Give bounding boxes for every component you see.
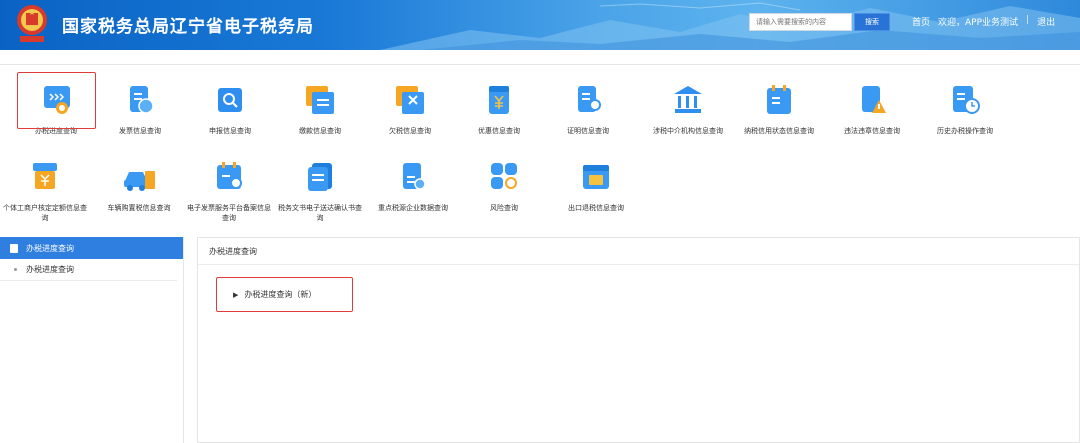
- sidebar-title: 办税进度查询: [26, 243, 74, 253]
- query-item-label: 个体工商户核定定额信息查询: [3, 204, 87, 222]
- sidebar-item-label: 办税进度查询: [26, 265, 74, 274]
- query-item-label: 缴款信息查询: [299, 127, 341, 135]
- query-item-label: 重点税源企业数据查询: [378, 204, 448, 212]
- sidebar-header: 办税进度查询: [0, 237, 183, 259]
- query-item-tax-agency[interactable]: 涉税中介机构信息查询: [643, 82, 733, 136]
- sidebar: 办税进度查询 办税进度查询: [0, 237, 184, 443]
- query-item-key-tax-source[interactable]: 重点税源企业数据查询: [368, 159, 458, 213]
- query-item-invoice[interactable]: 发票信息查询: [95, 82, 185, 136]
- query-item-label: 风险查询: [490, 204, 518, 212]
- query-item-individual-business[interactable]: 个体工商户核定定额信息查询: [0, 159, 90, 223]
- site-title: 国家税务总局辽宁省电子税务局: [62, 17, 314, 37]
- site-header: 国家税务总局辽宁省电子税务局 搜索 首页 欢迎，APP业务测试 | 退出: [0, 0, 1080, 50]
- query-item-credit[interactable]: 纳税信用状态信息查询: [734, 82, 824, 136]
- query-item-vehicle[interactable]: 车辆购置税信息查询: [94, 159, 184, 213]
- main-panel: 办税进度查询 ▶ 办税进度查询（新）: [197, 237, 1080, 443]
- query-item-label: 涉税中介机构信息查询: [653, 127, 723, 135]
- selected-item-highlight: [17, 72, 96, 129]
- query-item-declaration[interactable]: 申报信息查询: [185, 82, 275, 136]
- query-item-export-rebate[interactable]: 出口退税信息查询: [551, 159, 641, 213]
- tax-document-icon: [308, 163, 332, 191]
- triangle-right-icon: ▶: [233, 290, 239, 299]
- query-item-e-invoice[interactable]: 电子发票服务平台备案信息查询: [184, 159, 274, 223]
- document-icon: [10, 243, 18, 253]
- query-item-label: 历史办税操作查询: [937, 127, 993, 135]
- query-item-label: 税务文书电子送达确认书查询: [278, 204, 362, 222]
- risk-query-icon: [491, 163, 517, 189]
- query-item-label: 车辆购置税信息查询: [107, 204, 171, 212]
- sidebar-item-progress-query[interactable]: 办税进度查询: [0, 259, 177, 281]
- query-item-label: 出口退税信息查询: [568, 204, 624, 212]
- logout-link[interactable]: 退出: [1037, 15, 1055, 28]
- home-link[interactable]: 首页: [912, 15, 930, 28]
- export-rebate-icon: [583, 165, 609, 189]
- history-query-icon: [953, 86, 980, 114]
- query-item-label: 电子发票服务平台备案信息查询: [187, 204, 271, 222]
- query-item-label: 纳税信用状态信息查询: [744, 127, 814, 135]
- query-item-label: 优惠信息查询: [478, 127, 520, 135]
- query-item-label: 证明信息查询: [567, 127, 609, 135]
- tax-emblem-icon: [17, 5, 47, 42]
- query-item-label: 发票信息查询: [119, 127, 161, 135]
- query-item-preferential[interactable]: 优惠信息查询: [454, 82, 544, 136]
- query-item-label: 违法违章信息查询: [844, 127, 900, 135]
- certificate-query-icon: [578, 86, 601, 112]
- bullet-icon: [14, 268, 17, 271]
- query-item-risk[interactable]: 风险查询: [459, 159, 549, 213]
- nav-separator: |: [1026, 15, 1030, 25]
- query-item-tax-document[interactable]: 税务文书电子送达确认书查询: [275, 159, 365, 223]
- link-label: 办税进度查询（新）: [244, 290, 317, 299]
- query-item-label: 申报信息查询: [209, 127, 251, 135]
- query-item-certificate[interactable]: 证明信息查询: [543, 82, 633, 136]
- violation-query-icon: [862, 86, 886, 113]
- tax-agency-query-icon: [674, 86, 702, 113]
- individual-business-icon: [33, 163, 57, 189]
- search-input[interactable]: [749, 13, 852, 31]
- key-tax-source-icon: [403, 163, 426, 190]
- top-nav-links: 首页 欢迎，APP业务测试 | 退出: [912, 15, 1055, 28]
- main-panel-title: 办税进度查询: [198, 238, 1079, 265]
- preferential-query-icon: [489, 86, 509, 114]
- welcome-user-link[interactable]: 欢迎，APP业务测试: [938, 15, 1018, 28]
- query-item-payment[interactable]: 缴款信息查询: [275, 82, 365, 136]
- e-invoice-record-icon: [217, 162, 242, 189]
- query-item-violation[interactable]: 违法违章信息查询: [827, 82, 917, 136]
- credit-status-query-icon: [767, 85, 791, 114]
- query-item-label: 欠税信息查询: [389, 127, 431, 135]
- vehicle-tax-icon: [124, 171, 155, 191]
- tax-arrears-query-icon: [396, 86, 424, 114]
- search-button[interactable]: 搜索: [854, 13, 890, 31]
- declaration-query-icon: [218, 88, 242, 112]
- progress-query-new-link[interactable]: ▶ 办税进度查询（新）: [216, 277, 353, 312]
- payment-query-icon: [306, 86, 334, 114]
- query-item-history[interactable]: 历史办税操作查询: [920, 82, 1010, 136]
- query-item-arrears[interactable]: 欠税信息查询: [365, 82, 455, 136]
- invoice-query-icon: [130, 86, 154, 114]
